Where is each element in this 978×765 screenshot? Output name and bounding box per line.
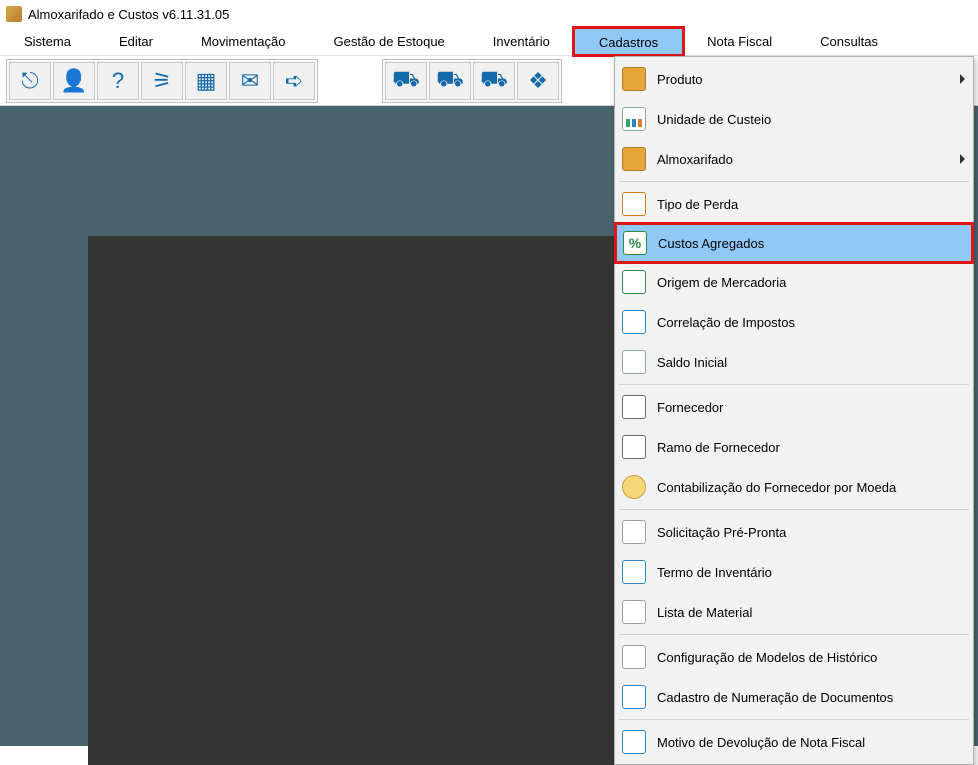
menu-separator	[619, 384, 969, 385]
truck-add-icon[interactable]: ⛟	[429, 62, 471, 100]
menu-cadastros-dropdown: Produto Unidade de Custeio Almoxarifado Tip…	[614, 56, 974, 765]
menu-item-label: Motivo de Devolução de Nota Fiscal	[657, 735, 965, 750]
menu-item-solicitacao-pre-pronta[interactable]: Solicitação Pré-Pronta	[615, 512, 973, 552]
chevron-right-icon	[960, 74, 965, 84]
menu-gestao-de-estoque[interactable]: Gestão de Estoque	[309, 28, 468, 55]
menu-item-tipo-de-perda[interactable]: Tipo de Perda	[615, 184, 973, 224]
menu-item-label: Custos Agregados	[658, 236, 964, 251]
menu-item-fornecedor[interactable]: Fornecedor	[615, 387, 973, 427]
menu-item-unidade-de-custeio[interactable]: Unidade de Custeio	[615, 99, 973, 139]
chevron-right-icon	[960, 154, 965, 164]
ic-list-icon	[621, 599, 647, 625]
menu-item-label: Tipo de Perda	[657, 197, 965, 212]
menu-item-label: Solicitação Pré-Pronta	[657, 525, 965, 540]
menu-separator	[619, 719, 969, 720]
menu-item-saldo-inicial[interactable]: Saldo Inicial	[615, 342, 973, 382]
ic-ware-icon	[621, 146, 647, 172]
truck-box-icon[interactable]: ⛟	[473, 62, 515, 100]
menu-separator	[619, 181, 969, 182]
ic-origin-icon	[621, 269, 647, 295]
menu-item-label: Lista de Material	[657, 605, 965, 620]
menu-inventario[interactable]: Inventário	[469, 28, 574, 55]
menu-item-label: Correlação de Impostos	[657, 315, 965, 330]
org-chart-icon[interactable]: ⚞	[141, 62, 183, 100]
ic-branch-icon	[621, 434, 647, 460]
exit-icon[interactable]: ⎋	[9, 62, 51, 100]
menu-separator	[619, 634, 969, 635]
ic-coins-icon	[621, 474, 647, 500]
menu-item-termo-de-inventario[interactable]: Termo de Inventário	[615, 552, 973, 592]
ic-tax-icon	[621, 309, 647, 335]
edit-grid-icon[interactable]: ▦	[185, 62, 227, 100]
menu-consultas[interactable]: Consultas	[796, 28, 902, 55]
mail-icon[interactable]: ✉	[229, 62, 271, 100]
ic-chart-icon	[621, 106, 647, 132]
menu-item-motivo-de-devolucao-de-nota-fiscal[interactable]: Motivo de Devolução de Nota Fiscal	[615, 722, 973, 762]
toolbar-group-main: ⎋👤?⚞▦✉➪	[6, 59, 318, 103]
menu-separator	[619, 509, 969, 510]
window-title: Almoxarifado e Custos v6.11.31.05	[28, 7, 229, 22]
barcode-icon[interactable]: ❖	[517, 62, 559, 100]
menu-item-label: Termo de Inventário	[657, 565, 965, 580]
menu-item-lista-de-material[interactable]: Lista de Material	[615, 592, 973, 632]
menu-cadastros[interactable]: Cadastros	[574, 28, 683, 55]
toolbar-group-movement: ⛟⛟⛟❖	[382, 59, 562, 103]
ic-clip-icon	[621, 191, 647, 217]
ic-invt-icon	[621, 559, 647, 585]
menu-item-custos-agregados[interactable]: % Custos Agregados	[615, 223, 973, 263]
menu-item-ramo-de-fornecedor[interactable]: Ramo de Fornecedor	[615, 427, 973, 467]
ic-doc-icon	[621, 519, 647, 545]
ic-box-icon	[621, 66, 647, 92]
menubar: SistemaEditarMovimentaçãoGestão de Estoq…	[0, 28, 978, 56]
menu-item-correlacao-de-impostos[interactable]: Correlação de Impostos	[615, 302, 973, 342]
ic-cfg-icon	[621, 644, 647, 670]
menu-item-label: Ramo de Fornecedor	[657, 440, 965, 455]
menu-item-origem-de-mercadoria[interactable]: Origem de Mercadoria	[615, 262, 973, 302]
menu-item-cadastro-de-numeracao-de-documentos[interactable]: Cadastro de Numeração de Documentos	[615, 677, 973, 717]
ic-pct-icon: %	[622, 230, 648, 256]
menu-item-label: Saldo Inicial	[657, 355, 965, 370]
mail-send-icon[interactable]: ➪	[273, 62, 315, 100]
menu-item-produto[interactable]: Produto	[615, 59, 973, 99]
menu-item-label: Unidade de Custeio	[657, 112, 965, 127]
menu-item-label: Produto	[657, 72, 956, 87]
menu-item-label: Cadastro de Numeração de Documentos	[657, 690, 965, 705]
menu-item-label: Fornecedor	[657, 400, 965, 415]
menu-movimentacao[interactable]: Movimentação	[177, 28, 310, 55]
user-key-icon[interactable]: 👤	[53, 62, 95, 100]
ic-return-icon	[621, 729, 647, 755]
menu-sistema[interactable]: Sistema	[0, 28, 95, 55]
menu-nota-fiscal[interactable]: Nota Fiscal	[683, 28, 796, 55]
truck-cancel-icon[interactable]: ⛟	[385, 62, 427, 100]
menu-item-label: Configuração de Modelos de Histórico	[657, 650, 965, 665]
ic-supp-icon	[621, 394, 647, 420]
menu-item-almoxarifado[interactable]: Almoxarifado	[615, 139, 973, 179]
ic-num-icon	[621, 684, 647, 710]
menu-editar[interactable]: Editar	[95, 28, 177, 55]
menu-item-label: Almoxarifado	[657, 152, 956, 167]
window-titlebar: Almoxarifado e Custos v6.11.31.05	[0, 0, 978, 28]
app-icon	[6, 6, 22, 22]
menu-item-label: Contabilização do Fornecedor por Moeda	[657, 480, 965, 495]
ic-balance-icon	[621, 349, 647, 375]
menu-item-label: Origem de Mercadoria	[657, 275, 965, 290]
help-icon[interactable]: ?	[97, 62, 139, 100]
menu-item-configuracao-de-modelos-de-historico[interactable]: Configuração de Modelos de Histórico	[615, 637, 973, 677]
menu-item-contabilizacao-do-fornecedor-por-moeda[interactable]: Contabilização do Fornecedor por Moeda	[615, 467, 973, 507]
